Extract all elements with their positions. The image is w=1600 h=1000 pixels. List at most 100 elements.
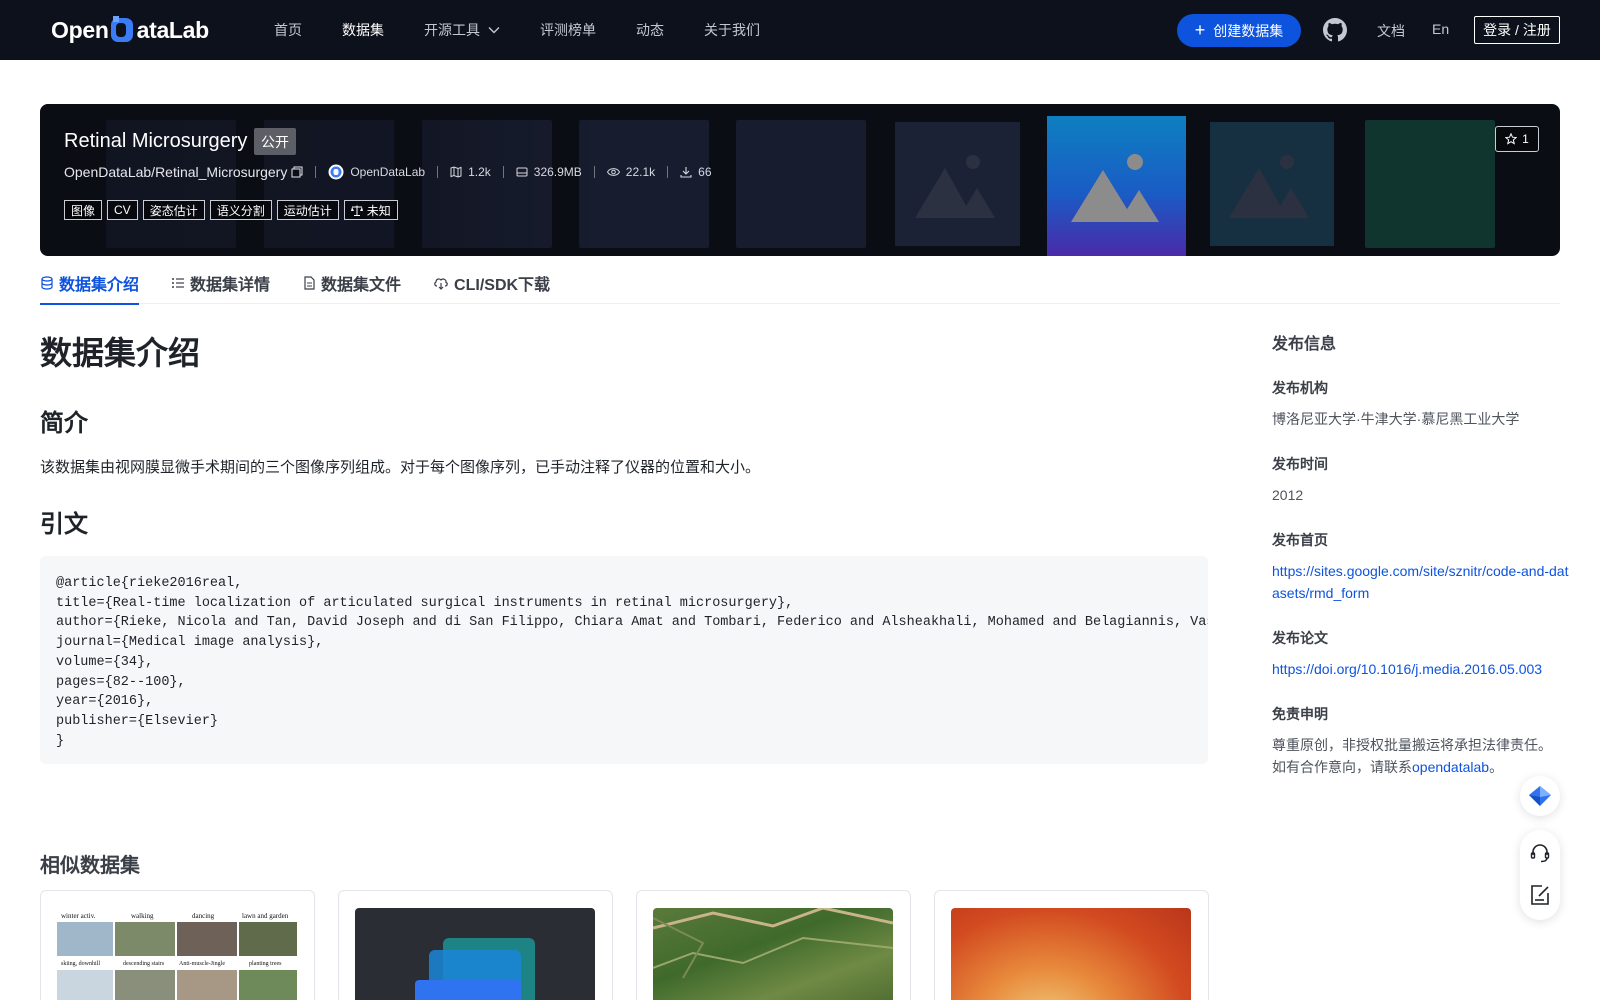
tab-intro[interactable]: 数据集介绍 bbox=[40, 262, 140, 305]
contact-link[interactable]: opendatalab bbox=[1412, 759, 1489, 775]
likes-value: 1.2k bbox=[468, 165, 491, 179]
star-count: 1 bbox=[1522, 132, 1529, 146]
language-switch[interactable]: En bbox=[1432, 21, 1449, 37]
dataset-thumbnail bbox=[355, 908, 595, 1000]
logo-d-icon bbox=[110, 16, 136, 44]
citation-code-block: @article{rieke2016real, title={Real-time… bbox=[40, 556, 1208, 764]
banner-thumbnail bbox=[736, 120, 866, 248]
copy-icon[interactable] bbox=[291, 166, 303, 178]
paper-link[interactable]: https://doi.org/10.1016/j.media.2016.05.… bbox=[1272, 658, 1572, 680]
paper-label: 发布论文 bbox=[1272, 630, 1328, 646]
grid-subheader: Anti-muscle-Jingle bbox=[179, 961, 225, 967]
logo-text-open: Open bbox=[51, 16, 109, 43]
divider bbox=[502, 166, 504, 178]
image-placeholder-icon bbox=[1210, 122, 1334, 246]
star-icon bbox=[1505, 133, 1518, 145]
grid-subheader: descending stairs bbox=[123, 961, 165, 967]
similar-dataset-card[interactable]: winter activ. walking dancing lawn and g… bbox=[40, 890, 315, 1000]
similar-dataset-card[interactable] bbox=[934, 890, 1209, 1000]
image-placeholder-icon bbox=[895, 122, 1020, 246]
tab-details[interactable]: 数据集详情 bbox=[171, 262, 270, 304]
disclaimer-line2: 如有合作意向，请联系 bbox=[1272, 759, 1412, 775]
publisher[interactable]: OpenDataLab bbox=[328, 164, 425, 180]
nav-news[interactable]: 动态 bbox=[636, 20, 664, 40]
intro-text: 该数据集由视网膜显微手术期间的三个图像序列组成。对于每个图像序列，已手动注释了仪… bbox=[40, 459, 761, 476]
divider bbox=[315, 166, 317, 178]
similar-dataset-card[interactable] bbox=[636, 890, 911, 1000]
similar-datasets-heading: 相似数据集 bbox=[40, 855, 140, 877]
file-icon bbox=[304, 276, 315, 290]
grid-subheader: skiing, downhill bbox=[61, 961, 100, 967]
grid-header: winter activ. bbox=[61, 912, 96, 920]
top-navbar: Open ataLab 首页 数据集 开源工具 评测榜单 动态 关于我们 + 创… bbox=[0, 0, 1600, 60]
divider bbox=[593, 166, 595, 178]
tag-motion-estimation[interactable]: 运动估计 bbox=[276, 200, 339, 220]
divider bbox=[667, 166, 669, 178]
nav-datasets[interactable]: 数据集 bbox=[342, 20, 384, 40]
login-register-button[interactable]: 登录 / 注册 bbox=[1474, 16, 1560, 44]
downloads-stat: 66 bbox=[680, 165, 712, 179]
size-stat: 326.9MB bbox=[516, 165, 582, 179]
publisher-name: OpenDataLab bbox=[350, 165, 426, 179]
docs-link[interactable]: 文档 bbox=[1377, 21, 1405, 41]
tab-files[interactable]: 数据集文件 bbox=[302, 262, 401, 304]
publisher-avatar-icon bbox=[328, 164, 344, 180]
intro-heading: 简介 bbox=[40, 410, 88, 437]
banner-thumbnail bbox=[1365, 120, 1495, 248]
similar-dataset-card[interactable] bbox=[338, 890, 613, 1000]
nav-home[interactable]: 首页 bbox=[274, 20, 302, 40]
license-label: 未知 bbox=[366, 203, 391, 218]
tag-cv[interactable]: CV bbox=[107, 200, 138, 220]
dataset-meta: OpenDataLab/Retinal_Microsurgery OpenDat… bbox=[64, 162, 712, 182]
create-dataset-button[interactable]: + 创建数据集 bbox=[1177, 14, 1301, 47]
dataset-title: Retinal Microsurgery bbox=[64, 130, 248, 152]
repo-path: OpenDataLab/Retinal_Microsurgery bbox=[64, 164, 288, 180]
views-value: 22.1k bbox=[625, 165, 656, 179]
tab-intro-label: 数据集介绍 bbox=[59, 277, 140, 294]
tab-files-label: 数据集文件 bbox=[321, 277, 402, 294]
grid-header: dancing bbox=[192, 912, 215, 920]
dataset-thumbnail: winter activ. walking dancing lawn and g… bbox=[57, 908, 297, 1000]
opendatalab-logo[interactable]: Open ataLab bbox=[51, 14, 209, 46]
org-label: 发布机构 bbox=[1272, 380, 1328, 396]
hard-drive-icon bbox=[516, 167, 528, 177]
assistant-button[interactable] bbox=[1520, 776, 1560, 816]
github-icon[interactable] bbox=[1323, 18, 1347, 42]
star-button[interactable]: 1 bbox=[1495, 126, 1539, 152]
homepage-label: 发布首页 bbox=[1272, 532, 1328, 548]
time-label: 发布时间 bbox=[1272, 456, 1328, 472]
visibility-badge: 公开 bbox=[254, 128, 296, 155]
scale-icon bbox=[350, 205, 363, 216]
tag-license[interactable]: 未知 bbox=[343, 200, 398, 220]
likes-stat: 1.2k bbox=[450, 165, 491, 179]
tab-cli-sdk-label: CLI/SDK下载 bbox=[454, 277, 551, 294]
create-dataset-label: 创建数据集 bbox=[1213, 22, 1284, 39]
dataset-tags: 图像 CV 姿态估计 语义分割 运动估计 未知 bbox=[64, 200, 403, 220]
diamond-logo-icon bbox=[1529, 786, 1551, 806]
grid-header: lawn and garden bbox=[242, 912, 289, 920]
headset-icon[interactable] bbox=[1528, 841, 1552, 865]
downloads-value: 66 bbox=[698, 165, 712, 179]
homepage-link[interactable]: https://sites.google.com/site/sznitr/cod… bbox=[1272, 560, 1572, 604]
tag-semantic-segmentation[interactable]: 语义分割 bbox=[209, 200, 272, 220]
logo-text-atalab: ataLab bbox=[136, 16, 210, 43]
tab-cli-sdk[interactable]: CLI/SDK下载 bbox=[433, 262, 550, 304]
nav-about[interactable]: 关于我们 bbox=[704, 20, 760, 40]
citation-text: @article{rieke2016real, title={Real-time… bbox=[56, 576, 1208, 749]
floating-toolbar bbox=[1520, 830, 1560, 920]
disclaimer-line1: 尊重原创，非授权批量搬运将承担法律责任。 bbox=[1272, 737, 1552, 753]
cloud-download-icon bbox=[434, 278, 448, 290]
eye-icon bbox=[606, 168, 620, 176]
dataset-banner: Retinal Microsurgery 公开 OpenDataLab/Reti… bbox=[40, 104, 1560, 256]
citation-heading: 引文 bbox=[40, 511, 88, 538]
tag-image[interactable]: 图像 bbox=[64, 200, 103, 220]
nav-leaderboard[interactable]: 评测榜单 bbox=[540, 20, 596, 40]
dataset-thumbnail bbox=[653, 908, 893, 1000]
image-placeholder-icon bbox=[1047, 116, 1186, 256]
nav-open-tools[interactable]: 开源工具 bbox=[424, 20, 500, 40]
disclaimer-suffix: 。 bbox=[1489, 759, 1504, 775]
database-icon bbox=[41, 276, 53, 290]
feedback-icon[interactable] bbox=[1528, 883, 1552, 907]
release-info-title: 发布信息 bbox=[1272, 336, 1337, 353]
tag-pose-estimation[interactable]: 姿态估计 bbox=[142, 200, 205, 220]
